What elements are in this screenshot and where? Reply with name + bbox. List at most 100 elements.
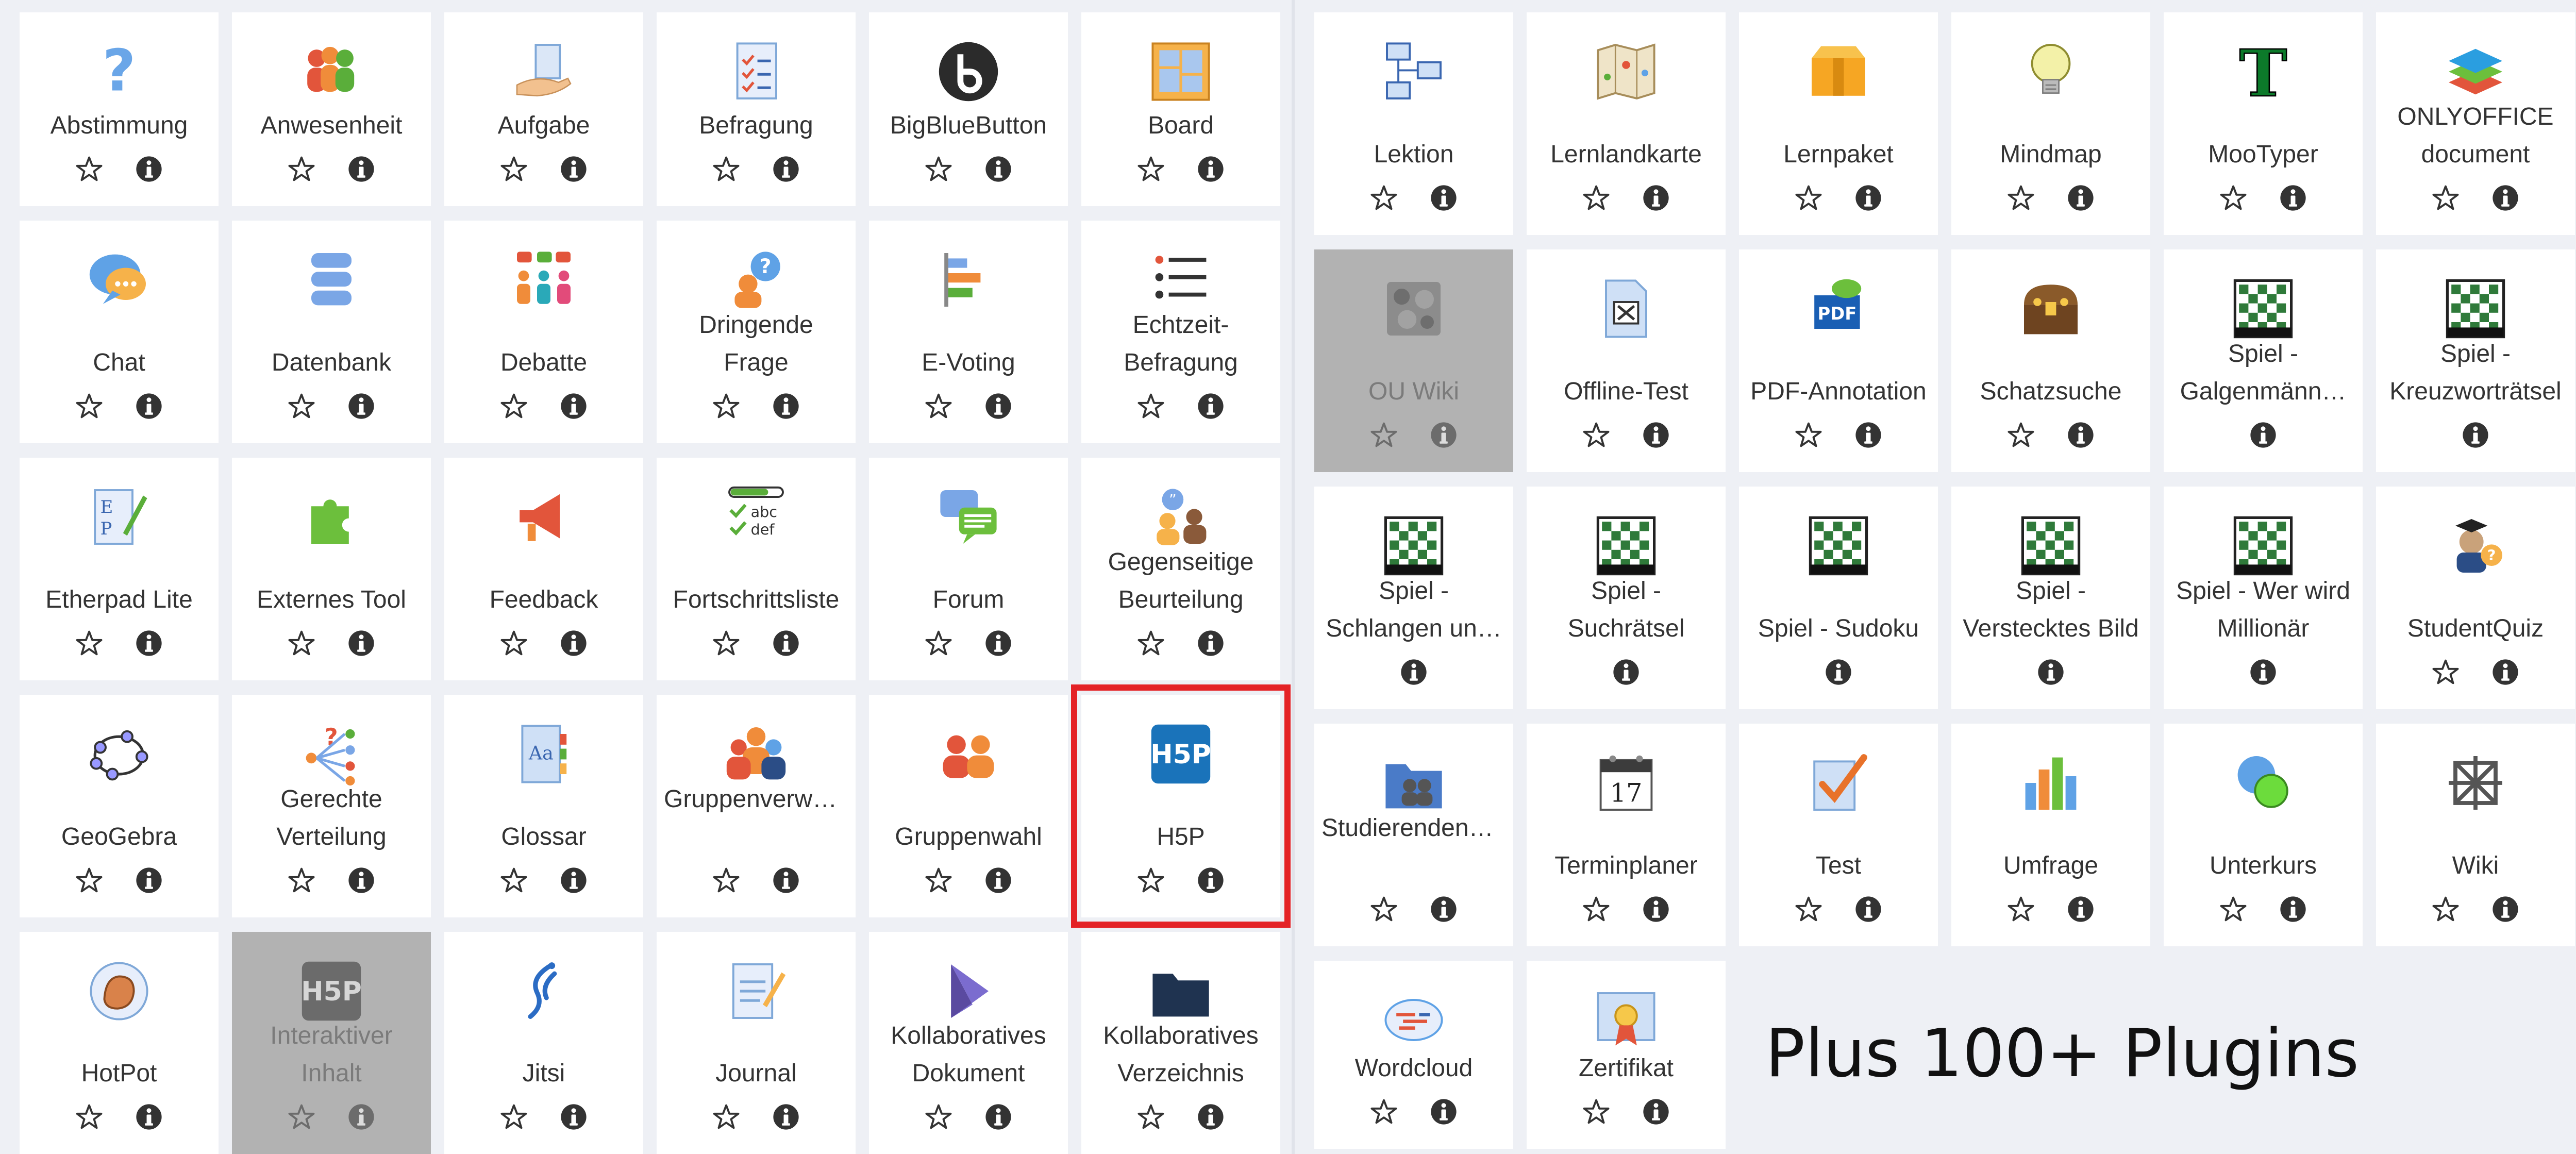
info-icon[interactable] bbox=[135, 155, 163, 183]
activity-tile-pdf-annotation[interactable]: PDF PDF-Annotation bbox=[1739, 249, 1938, 472]
star-icon[interactable] bbox=[499, 1102, 528, 1131]
activity-tile-ou-wiki[interactable]: OU Wiki bbox=[1314, 249, 1513, 472]
activity-tile-mootyper[interactable]: T MooTyper bbox=[2164, 12, 2363, 235]
star-icon[interactable] bbox=[712, 1102, 741, 1131]
activity-tile-kollaboratives-dokument[interactable]: Kollaboratives Dokument bbox=[869, 932, 1068, 1154]
activity-tile-lektion[interactable]: Lektion bbox=[1314, 12, 1513, 235]
star-icon[interactable] bbox=[2431, 658, 2460, 687]
activity-tile-gegenseitige-beurteilung[interactable]: ” Gegenseitige Beurteilung bbox=[1081, 458, 1280, 680]
activity-tile-dringende-frage[interactable]: ? Dringende Frage bbox=[657, 221, 856, 443]
info-icon[interactable] bbox=[2066, 895, 2095, 924]
activity-tile-offline-test[interactable]: Offline-Test bbox=[1527, 249, 1726, 472]
activity-tile-mindmap[interactable]: Mindmap bbox=[1951, 12, 2150, 235]
activity-tile-h5p[interactable]: H5P H5P bbox=[1071, 684, 1291, 928]
star-icon[interactable] bbox=[499, 392, 528, 421]
star-icon[interactable] bbox=[1369, 421, 1398, 449]
star-icon[interactable] bbox=[924, 1102, 953, 1131]
info-icon[interactable] bbox=[1399, 658, 1428, 687]
activity-tile-unterkurs[interactable]: Unterkurs bbox=[2164, 724, 2363, 946]
info-icon[interactable] bbox=[2491, 895, 2520, 924]
star-icon[interactable] bbox=[287, 155, 316, 183]
activity-tile-forum[interactable]: Forum bbox=[869, 458, 1068, 680]
info-icon[interactable] bbox=[1196, 866, 1225, 895]
info-icon[interactable] bbox=[984, 392, 1013, 421]
activity-tile-wordcloud[interactable]: Wordcloud bbox=[1314, 961, 1513, 1149]
activity-tile-terminplaner[interactable]: 17 Terminplaner bbox=[1527, 724, 1726, 946]
info-icon[interactable] bbox=[772, 392, 800, 421]
star-icon[interactable] bbox=[287, 629, 316, 658]
star-icon[interactable] bbox=[1136, 392, 1165, 421]
info-icon[interactable] bbox=[2491, 658, 2520, 687]
activity-tile-e-voting[interactable]: E-Voting bbox=[869, 221, 1068, 443]
info-icon[interactable] bbox=[1429, 421, 1458, 449]
star-icon[interactable] bbox=[1794, 183, 1823, 212]
activity-tile-gerechte-verteilung[interactable]: ? Gerechte Verteilung bbox=[232, 695, 431, 917]
star-icon[interactable] bbox=[2431, 895, 2460, 924]
activity-tile-spiel-galgenmann[interactable]: Spiel - Galgenmänn… bbox=[2164, 249, 2363, 472]
info-icon[interactable] bbox=[772, 629, 800, 658]
info-icon[interactable] bbox=[1642, 183, 1670, 212]
info-icon[interactable] bbox=[1642, 1097, 1670, 1126]
info-icon[interactable] bbox=[984, 866, 1013, 895]
activity-tile-hotpot[interactable]: HotPot bbox=[20, 932, 219, 1154]
activity-tile-datenbank[interactable]: Datenbank bbox=[232, 221, 431, 443]
info-icon[interactable] bbox=[1429, 183, 1458, 212]
star-icon[interactable] bbox=[75, 155, 104, 183]
info-icon[interactable] bbox=[1854, 895, 1883, 924]
activity-tile-echtzeit-befragung[interactable]: Echtzeit-Befragung bbox=[1081, 221, 1280, 443]
activity-tile-externes-tool[interactable]: Externes Tool bbox=[232, 458, 431, 680]
info-icon[interactable] bbox=[2036, 658, 2065, 687]
star-icon[interactable] bbox=[2006, 183, 2035, 212]
star-icon[interactable] bbox=[924, 392, 953, 421]
info-icon[interactable] bbox=[1854, 421, 1883, 449]
info-icon[interactable] bbox=[135, 866, 163, 895]
info-icon[interactable] bbox=[559, 629, 588, 658]
activity-tile-spiel-suchratsel[interactable]: Spiel - Suchrätsel bbox=[1527, 487, 1726, 709]
activity-tile-studierendenordner[interactable]: Studierendenordner bbox=[1314, 724, 1513, 946]
star-icon[interactable] bbox=[2219, 895, 2248, 924]
star-icon[interactable] bbox=[75, 866, 104, 895]
activity-tile-etherpad-lite[interactable]: E P Etherpad Lite bbox=[20, 458, 219, 680]
activity-tile-wiki[interactable]: Wiki bbox=[2376, 724, 2575, 946]
star-icon[interactable] bbox=[1369, 1097, 1398, 1126]
star-icon[interactable] bbox=[75, 629, 104, 658]
info-icon[interactable] bbox=[984, 629, 1013, 658]
activity-tile-kollaboratives-verzeichnis[interactable]: Kollaboratives Verzeichnis bbox=[1081, 932, 1280, 1154]
activity-tile-spiel-wer-wird-millionar[interactable]: Spiel - Wer wird Millionär bbox=[2164, 487, 2363, 709]
info-icon[interactable] bbox=[2461, 421, 2490, 449]
star-icon[interactable] bbox=[75, 392, 104, 421]
activity-tile-aufgabe[interactable]: Aufgabe bbox=[444, 12, 643, 206]
star-icon[interactable] bbox=[1136, 629, 1165, 658]
info-icon[interactable] bbox=[1612, 658, 1641, 687]
activity-tile-glossar[interactable]: Aa Glossar bbox=[444, 695, 643, 917]
info-icon[interactable] bbox=[2066, 421, 2095, 449]
activity-tile-spiel-sudoku[interactable]: Spiel - Sudoku bbox=[1739, 487, 1938, 709]
star-icon[interactable] bbox=[287, 392, 316, 421]
info-icon[interactable] bbox=[559, 392, 588, 421]
info-icon[interactable] bbox=[559, 155, 588, 183]
info-icon[interactable] bbox=[772, 155, 800, 183]
activity-tile-feedback[interactable]: Feedback bbox=[444, 458, 643, 680]
star-icon[interactable] bbox=[2431, 183, 2460, 212]
info-icon[interactable] bbox=[1196, 155, 1225, 183]
info-icon[interactable] bbox=[347, 1102, 376, 1131]
star-icon[interactable] bbox=[924, 866, 953, 895]
star-icon[interactable] bbox=[287, 1102, 316, 1131]
info-icon[interactable] bbox=[347, 392, 376, 421]
star-icon[interactable] bbox=[1369, 183, 1398, 212]
info-icon[interactable] bbox=[1196, 629, 1225, 658]
activity-tile-gruppenwahl[interactable]: Gruppenwahl bbox=[869, 695, 1068, 917]
star-icon[interactable] bbox=[2006, 895, 2035, 924]
activity-tile-interaktiver-inhalt[interactable]: H5P Interaktiver Inhalt bbox=[232, 932, 431, 1154]
star-icon[interactable] bbox=[1794, 895, 1823, 924]
info-icon[interactable] bbox=[135, 629, 163, 658]
info-icon[interactable] bbox=[1824, 658, 1853, 687]
activity-tile-fortschrittsliste[interactable]: abc def Fortschrittsliste bbox=[657, 458, 856, 680]
star-icon[interactable] bbox=[712, 155, 741, 183]
info-icon[interactable] bbox=[1196, 1102, 1225, 1131]
info-icon[interactable] bbox=[772, 1102, 800, 1131]
info-icon[interactable] bbox=[2279, 895, 2307, 924]
activity-tile-chat[interactable]: Chat bbox=[20, 221, 219, 443]
activity-tile-jitsi[interactable]: Jitsi bbox=[444, 932, 643, 1154]
star-icon[interactable] bbox=[1136, 155, 1165, 183]
